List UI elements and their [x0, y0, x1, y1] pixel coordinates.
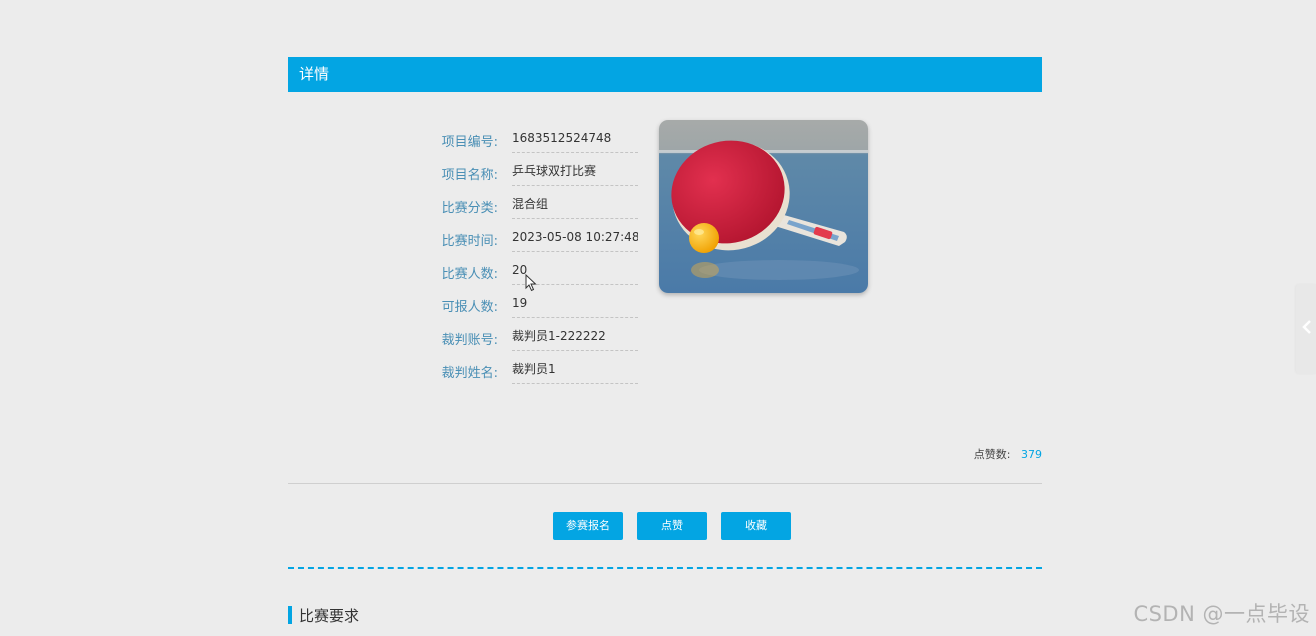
field-value: 混合组: [512, 196, 638, 219]
field-referee-account: 裁判账号: 裁判员1-222222: [422, 318, 652, 351]
field-value: 裁判员1-222222: [512, 328, 638, 351]
field-label: 项目名称:: [441, 168, 498, 183]
like-count-value: 379: [1021, 448, 1042, 461]
favorite-button[interactable]: 收藏: [721, 512, 791, 540]
like-count: 点赞数: 379: [974, 446, 1042, 462]
field-available-slots: 可报人数: 19: [422, 285, 652, 318]
section-heading-text: 比赛要求: [299, 606, 360, 625]
field-project-id: 项目编号: 1683512524748: [422, 120, 652, 153]
field-label: 比赛人数:: [441, 267, 498, 282]
field-project-name: 项目名称: 乒乓球双打比赛: [422, 153, 652, 186]
field-label: 项目编号:: [441, 135, 498, 150]
action-buttons: 参赛报名 点赞 收藏: [553, 512, 791, 540]
watermark: CSDN @一点毕设: [1133, 602, 1310, 626]
like-button[interactable]: 点赞: [637, 512, 707, 540]
field-category: 比赛分类: 混合组: [422, 186, 652, 219]
divider: [288, 483, 1042, 484]
side-panel-toggle[interactable]: [1296, 284, 1316, 374]
field-label: 裁判账号:: [441, 333, 498, 348]
field-match-time: 比赛时间: 2023-05-08 10:27:48: [422, 219, 652, 252]
field-label: 比赛时间:: [441, 234, 498, 249]
field-referee-name: 裁判姓名: 裁判员1: [422, 351, 652, 384]
field-value: 1683512524748: [512, 130, 638, 153]
section-heading: 比赛要求: [288, 606, 360, 625]
field-label: 裁判姓名:: [441, 366, 498, 381]
field-label: 可报人数:: [441, 300, 498, 315]
panel-header: 详情: [288, 57, 1042, 92]
like-count-label: 点赞数:: [973, 448, 1011, 461]
field-value: 乒乓球双打比赛: [512, 163, 638, 186]
field-value: 19: [512, 295, 638, 318]
section-divider: [288, 567, 1042, 569]
field-player-count: 比赛人数: 20: [422, 252, 652, 285]
info-list: 项目编号: 1683512524748 项目名称: 乒乓球双打比赛 比赛分类: …: [422, 120, 652, 384]
register-button[interactable]: 参赛报名: [553, 512, 623, 540]
field-value: 裁判员1: [512, 361, 638, 384]
page-title: 详情: [299, 65, 330, 83]
table-tennis-paddle-image: [659, 120, 868, 293]
field-label: 比赛分类:: [441, 201, 498, 216]
mouse-pointer-icon: [525, 273, 537, 292]
field-value: 2023-05-08 10:27:48: [512, 229, 638, 252]
chevron-left-icon: [1302, 320, 1311, 334]
detail-panel: 详情 项目编号: 1683512524748 项目名称: 乒乓球双打比赛 比赛分…: [288, 57, 1042, 625]
section-heading-bar: [288, 606, 292, 624]
